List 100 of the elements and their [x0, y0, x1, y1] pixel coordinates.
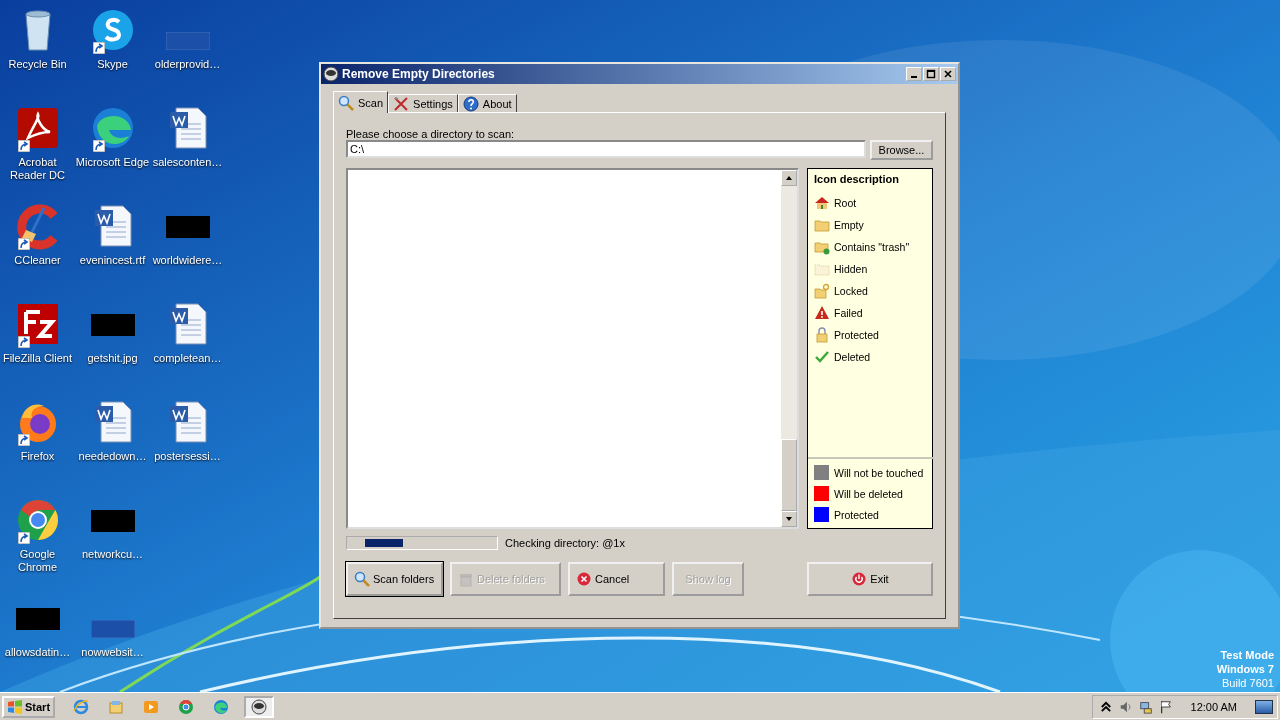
icon-label: nowwebsit… — [80, 646, 145, 659]
desktop-icon[interactable]: Microsoft Edge — [75, 104, 150, 202]
folder-icon — [108, 698, 125, 715]
scroll-down-icon[interactable] — [785, 515, 793, 523]
icon-label: FileZilla Client — [1, 352, 74, 365]
legend-label: Hidden — [834, 263, 868, 275]
minimize-icon — [911, 76, 917, 78]
house-icon — [814, 195, 830, 211]
power-icon — [851, 571, 868, 587]
icon-label: evenincest.rtf — [78, 254, 147, 267]
speaker-icon[interactable] — [1118, 699, 1133, 714]
icon-label: Skype — [96, 58, 129, 71]
icon-label: postersessi… — [153, 450, 222, 463]
show-hidden-icons-icon[interactable] — [1098, 699, 1113, 714]
windows-logo-icon — [7, 698, 23, 715]
legend-title: Icon description — [814, 173, 900, 185]
action-button[interactable]: Cancel — [568, 562, 665, 596]
desktop-icon[interactable]: Skype — [75, 6, 150, 104]
checkmark-icon — [814, 349, 830, 365]
legend-label: Will not be touched — [834, 466, 924, 479]
desktop-icon[interactable]: getshit.jpg — [75, 300, 150, 398]
desktop-icon[interactable]: FileZilla Client — [0, 300, 75, 398]
icon-label: completean… — [152, 352, 223, 365]
clock[interactable]: 12:00 AM — [1190, 700, 1237, 713]
desktop-icon[interactable]: salesconten… — [150, 104, 225, 202]
icon-label: networkcu… — [80, 548, 145, 561]
desktop-icon[interactable]: networkcu… — [75, 496, 150, 594]
folder-icon — [814, 283, 830, 299]
legend-label: Contains "trash" — [834, 241, 910, 253]
desktop-icon[interactable]: Acrobat Reader DC — [0, 104, 75, 202]
network-icon[interactable] — [1138, 699, 1153, 714]
icon-label: Microsoft Edge — [75, 156, 150, 169]
directory-field[interactable]: C:\ — [346, 140, 866, 158]
icon-label: getshit.jpg — [86, 352, 139, 365]
search-icon — [354, 571, 370, 587]
legend-label: Locked — [834, 285, 868, 297]
browser-icon — [73, 698, 90, 715]
scroll-up-icon[interactable] — [785, 174, 793, 182]
tools-icon — [393, 95, 410, 112]
scrollbar-thumb[interactable] — [781, 439, 797, 511]
icon-label: olderprovid… — [153, 58, 222, 71]
desktop-icon[interactable]: Recycle Bin — [0, 6, 75, 104]
folder-icon — [814, 217, 830, 233]
status-text: Checking directory: @1x — [505, 537, 625, 549]
padlock-icon — [814, 327, 830, 343]
os-watermark-text: Test Mode — [1220, 648, 1274, 662]
desktop-icon[interactable]: Firefox — [0, 398, 75, 496]
file-icon — [90, 620, 135, 638]
browser-icon — [178, 698, 195, 715]
field-label: Please choose a directory to scan: — [346, 127, 516, 141]
search-icon — [338, 94, 354, 111]
close-icon — [943, 69, 953, 79]
desktop-icon[interactable]: evenincest.rtf — [75, 202, 150, 300]
desktop-icon[interactable]: postersessi… — [150, 398, 225, 496]
maximize-icon — [926, 69, 936, 79]
scrollbar[interactable] — [781, 170, 797, 527]
icon-label: worldwidere… — [151, 254, 224, 267]
flag-icon[interactable] — [1158, 699, 1173, 714]
app-icon — [323, 66, 339, 82]
icon-label: neededown… — [77, 450, 148, 463]
tab[interactable]: Settings — [388, 94, 458, 112]
action-button[interactable]: Scan folders — [346, 562, 443, 596]
icon-label: Recycle Bin — [7, 58, 68, 71]
minimize-button[interactable] — [906, 67, 922, 81]
legend-label: Deleted — [834, 351, 871, 363]
close-button[interactable] — [940, 67, 956, 81]
desktop-icon[interactable]: allowsdatin… — [0, 594, 75, 692]
legend-label: Will be deleted — [834, 487, 903, 500]
legend-label: Root — [834, 197, 857, 209]
app-icon — [251, 698, 268, 715]
os-watermark-text: Windows 7 — [1216, 662, 1274, 676]
desktop-icon[interactable]: neededown… — [75, 398, 150, 496]
icon-label: Firefox — [19, 450, 56, 463]
window-title: Remove Empty Directories — [342, 67, 496, 81]
browse-button[interactable]: Browse... — [870, 140, 933, 160]
desktop-icon[interactable]: completean… — [150, 300, 225, 398]
desktop-icon[interactable]: worldwidere… — [150, 202, 225, 300]
warning-icon — [814, 305, 830, 321]
icon-label: Google Chrome — [16, 548, 59, 574]
file-icon — [165, 32, 210, 50]
os-watermark-text: Build 7601 — [1222, 676, 1274, 690]
maximize-button[interactable] — [923, 67, 939, 81]
tab[interactable]: About — [457, 94, 517, 112]
media-player-icon — [143, 698, 160, 715]
desktop-icon[interactable]: olderprovid… — [150, 6, 225, 104]
taskbar-app[interactable] — [244, 695, 275, 718]
folder-icon — [814, 239, 830, 255]
legend-label: Empty — [834, 219, 864, 231]
desktop-icon[interactable]: Google Chrome — [0, 496, 75, 594]
dotted-folder-icon — [814, 261, 830, 277]
exit-button[interactable]: Exit — [807, 562, 933, 596]
desktop-icon[interactable]: CCleaner — [0, 202, 75, 300]
icon-label: allowsdatin… — [3, 646, 72, 659]
start-button[interactable]: Start — [2, 695, 56, 718]
desktop-icon[interactable]: nowwebsit… — [75, 594, 150, 692]
browser-icon — [213, 698, 230, 715]
tab[interactable]: Scan — [333, 91, 389, 113]
icon-label: Acrobat Reader DC — [9, 156, 66, 182]
icon-label: salesconten… — [151, 156, 224, 169]
show-desktop-button[interactable] — [1255, 699, 1273, 714]
